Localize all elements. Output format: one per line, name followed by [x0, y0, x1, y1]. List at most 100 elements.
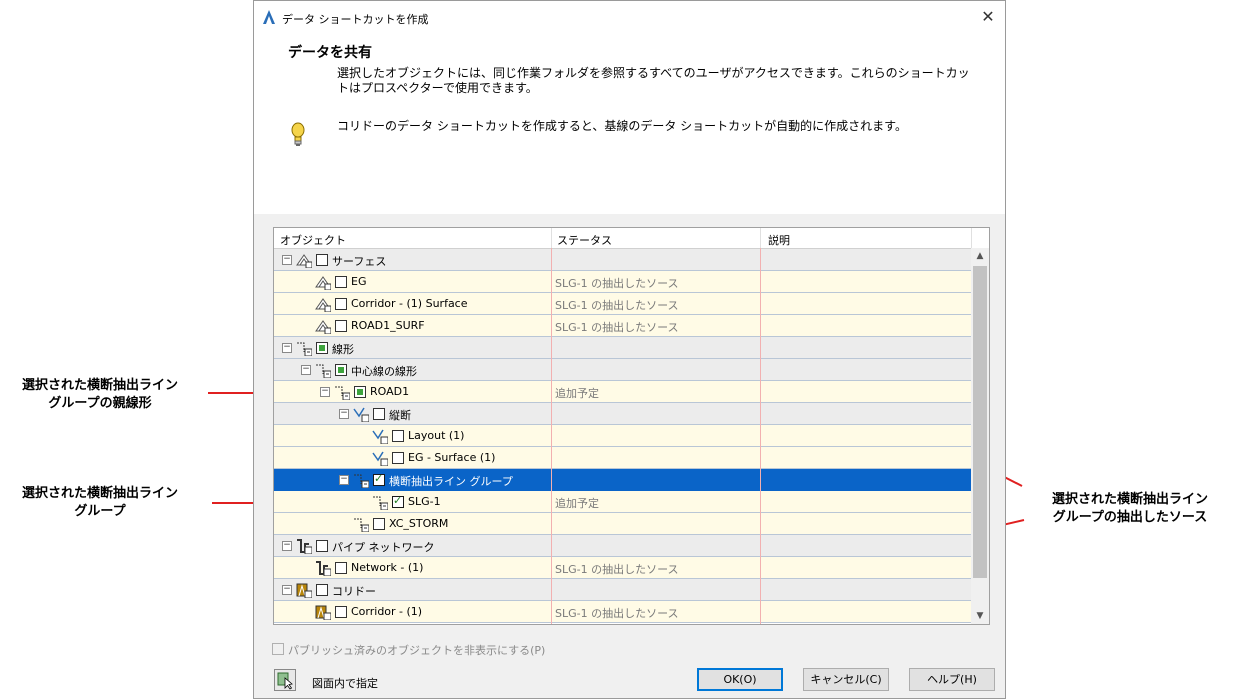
row-status: 追加予定 — [555, 387, 599, 400]
collapse-icon[interactable]: − — [282, 585, 292, 595]
tree-row[interactable]: − サーフェス — [274, 249, 971, 271]
row-label: Corridor - (1) Surface — [351, 297, 468, 310]
row-label: Corridor - (1) — [351, 605, 423, 618]
column-divider[interactable] — [971, 228, 972, 248]
row-checkbox[interactable] — [316, 254, 328, 266]
callout-parent-alignment: 選択された横断抽出ライン グループの親線形 — [10, 376, 190, 412]
row-status: 追加予定 — [555, 497, 599, 510]
surface-icon — [296, 252, 313, 269]
collapse-icon[interactable]: − — [301, 365, 311, 375]
tree-row[interactable]: Corridor - (1) SLG-1 の抽出したソース — [274, 601, 971, 623]
tree-row[interactable]: − 中心線の線形 — [274, 359, 971, 381]
surface-icon — [315, 318, 332, 335]
dialog-heading: データを共有 — [288, 45, 372, 61]
profile-icon — [372, 428, 389, 445]
collapse-icon[interactable]: − — [320, 387, 330, 397]
lightbulb-icon — [291, 122, 305, 146]
surface-icon — [315, 274, 332, 291]
row-checkbox[interactable] — [392, 452, 404, 464]
row-label: サーフェス — [332, 255, 387, 268]
tree-row[interactable]: − 縦断 — [274, 403, 971, 425]
column-header-status[interactable]: ステータス — [557, 232, 612, 248]
row-checkbox[interactable] — [335, 298, 347, 310]
scroll-up-icon[interactable]: ▲ — [971, 248, 989, 264]
hide-published-option[interactable]: パブリッシュ済みのオブジェクトを非表示にする(P) — [272, 642, 545, 658]
row-checkbox[interactable] — [335, 276, 347, 288]
column-header-description[interactable]: 説明 — [768, 232, 790, 248]
cancel-button[interactable]: キャンセル(C) — [803, 668, 889, 691]
tree-row[interactable]: − コリドー — [274, 579, 971, 601]
collapse-icon[interactable]: − — [339, 475, 349, 485]
column-header-object[interactable]: オブジェクト — [280, 232, 346, 248]
scroll-thumb[interactable] — [973, 266, 987, 578]
tree-scrollbar[interactable]: ▲ ▼ — [971, 248, 989, 624]
callout-sample-line-group: 選択された横断抽出ライン グループ — [10, 484, 190, 520]
corridor-icon — [315, 604, 332, 621]
row-label: Network - (1) — [351, 561, 424, 574]
align-icon — [334, 384, 351, 401]
row-checkbox[interactable] — [373, 472, 385, 486]
scroll-down-icon[interactable]: ▼ — [971, 608, 989, 624]
row-checkbox[interactable] — [392, 430, 404, 442]
pick-cursor-icon — [277, 672, 293, 690]
align-icon — [353, 472, 370, 489]
column-divider[interactable] — [551, 228, 552, 248]
tree-row[interactable]: EG - Surface (1) — [274, 447, 971, 469]
row-checkbox[interactable] — [335, 364, 347, 376]
help-button[interactable]: ヘルプ(H) — [909, 668, 995, 691]
pick-in-drawing-button[interactable] — [274, 669, 296, 691]
tree-row[interactable]: Network - (1) SLG-1 の抽出したソース — [274, 557, 971, 579]
tree-row[interactable]: − ROAD1 追加予定 — [274, 381, 971, 403]
row-label: 中心線の線形 — [351, 365, 417, 378]
row-label: Layout (1) — [408, 429, 465, 442]
row-checkbox[interactable] — [373, 408, 385, 420]
row-checkbox[interactable] — [335, 606, 347, 618]
row-checkbox[interactable] — [316, 540, 328, 552]
profile-icon — [353, 406, 370, 423]
row-label: 線形 — [332, 343, 354, 356]
collapse-icon[interactable]: − — [282, 343, 292, 353]
hide-published-checkbox[interactable] — [272, 643, 284, 655]
row-checkbox[interactable] — [316, 342, 328, 354]
collapse-icon[interactable]: − — [282, 255, 292, 265]
row-status: SLG-1 の抽出したソース — [555, 321, 679, 334]
row-label: EG — [351, 275, 367, 288]
profile-icon — [372, 450, 389, 467]
object-tree[interactable]: オブジェクト ステータス 説明 − サーフェス EG SLG-1 の抽出したソース Co… — [273, 227, 990, 625]
align-icon — [353, 516, 370, 533]
tree-row[interactable]: − パイプ ネットワーク — [274, 535, 971, 557]
row-checkbox[interactable] — [335, 320, 347, 332]
row-label: 横断抽出ライン グループ — [389, 475, 513, 488]
tree-row[interactable]: ROAD1_SURF SLG-1 の抽出したソース — [274, 315, 971, 337]
callout-text: グループの抽出したソース — [1052, 509, 1208, 524]
collapse-icon[interactable]: − — [282, 541, 292, 551]
tree-row[interactable]: Layout (1) — [274, 425, 971, 447]
column-divider[interactable] — [760, 228, 761, 248]
callout-text: グループの親線形 — [48, 395, 152, 410]
tree-row[interactable]: − 横断抽出ライン グループ — [274, 469, 971, 491]
info-panel: データを共有 選択したオブジェクトには、同じ作業フォルダを参照するすべてのユーザ… — [254, 34, 1005, 214]
callout-text: グループ — [74, 503, 126, 518]
row-label: SLG-1 — [408, 495, 441, 508]
status-column-line — [551, 248, 552, 624]
tree-column-headers: オブジェクト ステータス 説明 — [274, 228, 989, 249]
row-label: EG - Surface (1) — [408, 451, 496, 464]
collapse-icon[interactable]: − — [339, 409, 349, 419]
align-icon — [296, 340, 313, 357]
row-checkbox[interactable] — [316, 584, 328, 596]
row-checkbox[interactable] — [373, 518, 385, 530]
close-button[interactable]: ✕ — [975, 5, 1001, 29]
row-checkbox[interactable] — [335, 562, 347, 574]
row-label: ROAD1_SURF — [351, 319, 425, 332]
tree-row[interactable]: − 線形 — [274, 337, 971, 359]
create-data-shortcuts-dialog: データ ショートカットを作成 ✕ データを共有 選択したオブジェクトには、同じ作… — [253, 0, 1006, 699]
tree-row[interactable]: Corridor - (1) Surface SLG-1 の抽出したソース — [274, 293, 971, 315]
row-checkbox[interactable] — [354, 386, 366, 398]
ok-button[interactable]: OK(O) — [697, 668, 783, 691]
autocad-logo-icon — [263, 10, 275, 24]
tree-row[interactable]: EG SLG-1 の抽出したソース — [274, 271, 971, 293]
tree-row[interactable]: SLG-1 追加予定 — [274, 491, 971, 513]
pipe-icon — [296, 538, 313, 555]
row-checkbox[interactable] — [392, 494, 404, 508]
tree-row[interactable]: XC_STORM — [274, 513, 971, 535]
